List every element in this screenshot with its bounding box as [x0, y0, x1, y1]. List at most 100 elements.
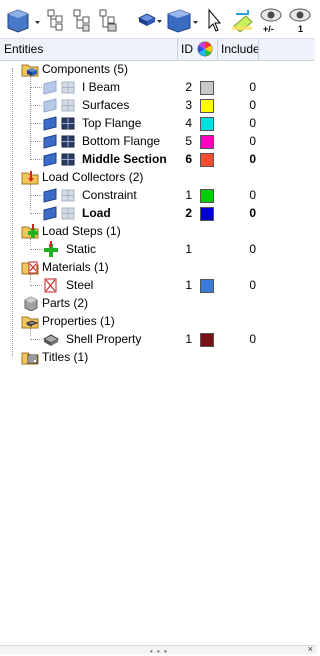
entity-color-swatch[interactable]	[200, 153, 214, 167]
entity-id: 1	[185, 278, 192, 292]
entity-id: 6	[185, 152, 192, 166]
tree-folder-parts[interactable]: Parts (2)	[0, 294, 300, 312]
tree-item-static[interactable]: Static 1 0	[0, 240, 300, 258]
entity-include: 0	[249, 134, 256, 148]
tree-item-label: Shell Property	[66, 332, 142, 346]
tree-item-label: Bottom Flange	[82, 134, 161, 148]
entity-id: 1	[185, 242, 192, 256]
material-item-icon	[44, 278, 57, 293]
parts-icon	[24, 296, 38, 311]
resize-grip-icon[interactable]: • • •	[150, 647, 168, 656]
entity-id: 2	[185, 80, 192, 94]
isolate-icon	[232, 10, 253, 33]
tree-folder-materials[interactable]: Materials (1)	[0, 258, 300, 276]
entity-color-swatch[interactable]	[200, 117, 214, 131]
component-shaded-icon	[43, 98, 75, 113]
tree-item-i-beam[interactable]: I Beam 2 0	[0, 78, 300, 96]
entity-color-swatch[interactable]	[200, 333, 214, 347]
color-column-header[interactable]	[197, 41, 213, 60]
column-header: Entities ID Include	[0, 38, 315, 61]
entity-color-swatch[interactable]	[200, 135, 214, 149]
entities-column-header[interactable]: Entities	[4, 42, 43, 56]
color-mode-dropdown[interactable]	[136, 4, 164, 34]
display-style-dropdown[interactable]	[164, 4, 200, 34]
show-hide-toggle[interactable]: +/-	[258, 4, 286, 34]
entity-id: 1	[185, 188, 192, 202]
tree-item-label: Properties (1)	[42, 314, 115, 328]
entity-list-options[interactable]	[44, 4, 68, 34]
tree-item-label: Top Flange	[82, 116, 142, 130]
tree-item-load[interactable]: Load 2 0	[0, 204, 300, 222]
cube-dropdown-icon	[7, 9, 40, 33]
tree-item-steel[interactable]: Steel 1 0	[0, 276, 300, 294]
entity-include: 0	[249, 242, 256, 256]
component-shaded-icon	[43, 80, 75, 95]
tree-item-label: Components (5)	[42, 62, 129, 76]
tree-folder-load-steps[interactable]: Load Steps (1)	[0, 222, 300, 240]
toolbar: +/- 1	[0, 0, 317, 38]
show-only[interactable]: 1	[287, 4, 315, 34]
entity-color-swatch[interactable]	[200, 99, 214, 113]
solid-box-dropdown-icon	[167, 9, 198, 33]
tree-folder-properties[interactable]: Properties (1)	[0, 312, 300, 330]
entity-include: 0	[249, 98, 256, 112]
tree-folder-load-collectors[interactable]: Load Collectors (2)	[0, 168, 300, 186]
property-icon	[21, 316, 39, 329]
entity-hierarchy[interactable]	[70, 4, 94, 34]
load-collector-icon	[21, 171, 39, 185]
color-wheel-icon	[197, 41, 213, 57]
entity-id: 1	[185, 332, 192, 346]
entity-include: 0	[249, 152, 256, 166]
entity-id: 3	[185, 98, 192, 112]
entity-include: 0	[249, 116, 256, 130]
pointer-icon	[208, 8, 222, 32]
svg-text:+/-: +/-	[263, 24, 274, 34]
load-collector-item-icon	[43, 188, 75, 203]
eye-one-icon: 1	[289, 8, 311, 34]
shell-property-icon	[42, 334, 60, 346]
isolate[interactable]	[228, 4, 256, 34]
entity-include: 0	[249, 332, 256, 346]
load-collector-item-icon	[43, 206, 75, 221]
tree-item-constraint[interactable]: Constraint 1 0	[0, 186, 300, 204]
components-folder-icon	[21, 64, 39, 77]
tree-item-label: Parts (2)	[42, 296, 89, 310]
tree-item-label: Static	[66, 242, 97, 256]
include-column-header[interactable]: Include	[221, 42, 260, 56]
component-shaded-icon	[43, 134, 75, 149]
tree-item-label: Surfaces	[82, 98, 130, 112]
tree-list-icon	[47, 9, 63, 31]
entity-color-swatch[interactable]	[200, 189, 214, 203]
tree-item-top-flange[interactable]: Top Flange 4 0	[0, 114, 300, 132]
tree-item-label: Middle Section	[82, 152, 167, 166]
display-mode-dropdown[interactable]	[4, 4, 40, 34]
tree-folder-components[interactable]: Components (5)	[0, 60, 300, 78]
entity-id: 5	[185, 134, 192, 148]
entity-filter[interactable]	[96, 4, 120, 34]
entity-include: 0	[249, 80, 256, 94]
tree-item-label: Load Steps (1)	[42, 224, 121, 238]
tree-filter-icon	[99, 9, 117, 32]
static-step-icon	[44, 241, 58, 257]
tree-item-middle-section[interactable]: Middle Section 6 0	[0, 150, 300, 168]
titles-icon	[21, 352, 39, 365]
entity-color-swatch[interactable]	[200, 81, 214, 95]
tree-item-label: Constraint	[82, 188, 137, 202]
load-step-icon	[21, 224, 39, 239]
solid-cube-dropdown-icon	[137, 13, 162, 26]
tree-item-bottom-flange[interactable]: Bottom Flange 5 0	[0, 132, 300, 150]
entity-id: 4	[185, 116, 192, 130]
id-column-header[interactable]: ID	[181, 42, 193, 56]
tree-hierarchy-icon	[73, 9, 90, 32]
entity-include: 0	[249, 278, 256, 292]
tree-folder-titles[interactable]: Titles (1)	[0, 348, 300, 366]
entity-color-swatch[interactable]	[200, 207, 214, 221]
svg-text:1: 1	[298, 24, 303, 34]
entity-color-swatch[interactable]	[200, 279, 214, 293]
panel-edge	[315, 38, 317, 653]
eye-plus-minus-icon: +/-	[260, 8, 282, 34]
tree-item-shell-property[interactable]: Shell Property 1 0	[0, 330, 300, 348]
tree-item-surfaces[interactable]: Surfaces 3 0	[0, 96, 300, 114]
entity-id: 2	[185, 206, 192, 220]
select-arrow[interactable]	[205, 4, 223, 34]
